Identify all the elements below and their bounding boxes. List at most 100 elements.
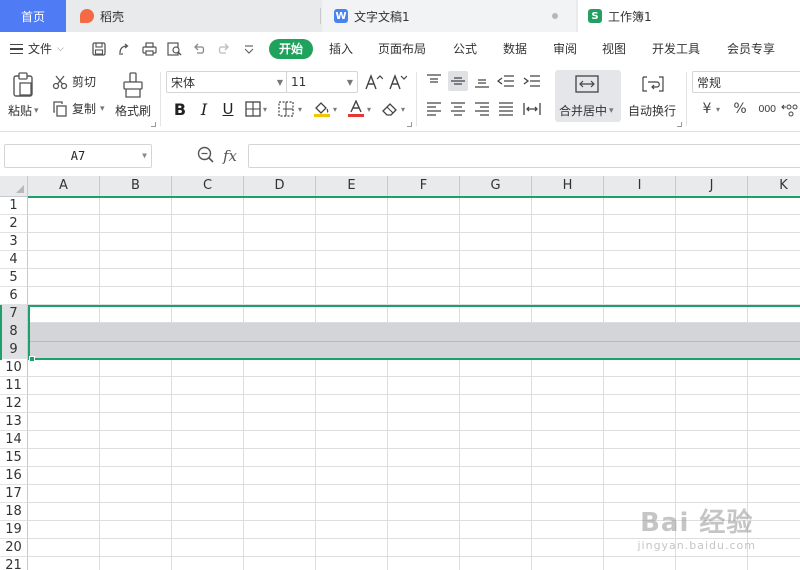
undo-button[interactable]: [190, 40, 208, 58]
row-header[interactable]: 15: [0, 449, 28, 467]
percent-button[interactable]: %: [730, 99, 750, 119]
fill-handle[interactable]: [29, 356, 35, 362]
row-header[interactable]: 20: [0, 539, 28, 557]
distributed-align-button[interactable]: [522, 99, 542, 119]
paste-icon-wrap[interactable]: [12, 70, 34, 100]
column-header[interactable]: J: [676, 176, 748, 197]
tab-workbook[interactable]: S 工作簿1: [578, 0, 800, 32]
row-header[interactable]: 21: [0, 557, 28, 570]
cut-button[interactable]: 剪切: [52, 73, 96, 90]
align-center-button[interactable]: [448, 99, 468, 119]
save-button[interactable]: [90, 40, 108, 58]
tab-review[interactable]: 审阅: [553, 40, 577, 58]
align-right-button[interactable]: [472, 99, 492, 119]
increase-decimal-button[interactable]: [781, 99, 800, 119]
fill-color-dropdown[interactable]: ▾: [330, 99, 340, 119]
tab-daoke[interactable]: 稻壳: [66, 0, 320, 32]
fill-pattern-dropdown[interactable]: ▾: [295, 99, 305, 119]
row-header[interactable]: 19: [0, 521, 28, 539]
thousands-button[interactable]: 000: [755, 99, 779, 119]
print-preview-button[interactable]: [165, 40, 183, 58]
row-header[interactable]: 2: [0, 215, 28, 233]
font-name-select[interactable]: 宋体 ▼: [166, 71, 288, 93]
formula-input[interactable]: [248, 144, 800, 168]
bold-button[interactable]: B: [170, 99, 190, 119]
align-top-button[interactable]: [424, 71, 444, 91]
row-header[interactable]: 13: [0, 413, 28, 431]
fill-pattern-button[interactable]: [277, 99, 297, 119]
tab-document[interactable]: W 文字文稿1: [322, 0, 576, 32]
tab-home[interactable]: 首页: [0, 0, 66, 32]
clipboard-group-launcher-icon[interactable]: [151, 122, 156, 127]
row-header[interactable]: 12: [0, 395, 28, 413]
row-header[interactable]: 11: [0, 377, 28, 395]
alignment-group-launcher-icon[interactable]: [677, 122, 682, 127]
row-header[interactable]: 5: [0, 269, 28, 287]
clear-dropdown[interactable]: ▾: [398, 99, 408, 119]
row-header-selected[interactable]: 7: [0, 305, 28, 323]
tab-formulas[interactable]: 公式: [453, 40, 477, 58]
format-painter-icon-wrap[interactable]: [122, 70, 144, 100]
tab-membership[interactable]: 会员专享: [727, 40, 775, 58]
format-painter-button[interactable]: 格式刷: [115, 102, 151, 119]
column-header[interactable]: K: [748, 176, 800, 197]
column-header[interactable]: F: [388, 176, 460, 197]
font-color-dropdown[interactable]: ▾: [364, 99, 374, 119]
font-color-button[interactable]: [346, 99, 366, 119]
row-header[interactable]: 6: [0, 287, 28, 305]
font-group-launcher-icon[interactable]: [407, 122, 412, 127]
tab-page-layout[interactable]: 页面布局: [378, 40, 426, 58]
decrease-indent-button[interactable]: [496, 71, 516, 91]
column-header[interactable]: E: [316, 176, 388, 197]
wrap-text-button[interactable]: 自动换行: [628, 102, 676, 119]
align-left-button[interactable]: [424, 99, 444, 119]
italic-button[interactable]: I: [194, 99, 214, 119]
row-header[interactable]: 18: [0, 503, 28, 521]
column-header[interactable]: C: [172, 176, 244, 197]
justify-button[interactable]: [496, 99, 516, 119]
align-middle-button[interactable]: [448, 71, 468, 91]
insert-function-button[interactable]: fx: [223, 147, 237, 165]
export-button[interactable]: [115, 40, 133, 58]
currency-dropdown[interactable]: ▾: [713, 99, 723, 119]
column-header[interactable]: B: [100, 176, 172, 197]
column-header[interactable]: A: [28, 176, 100, 197]
column-header[interactable]: I: [604, 176, 676, 197]
paste-button[interactable]: 粘贴 ▾: [8, 102, 39, 119]
copy-button[interactable]: 复制 ▾: [52, 100, 105, 117]
merge-center-button[interactable]: 合并居中 ▾: [559, 102, 614, 119]
row-header[interactable]: 17: [0, 485, 28, 503]
name-box[interactable]: A7 ▼: [4, 144, 152, 168]
fill-color-button[interactable]: [312, 99, 332, 119]
row-header-selected[interactable]: 8: [0, 323, 28, 341]
column-header[interactable]: H: [532, 176, 604, 197]
decrease-font-button[interactable]: [388, 72, 408, 92]
row-header[interactable]: 1: [0, 197, 28, 215]
row-header[interactable]: 14: [0, 431, 28, 449]
row-header[interactable]: 4: [0, 251, 28, 269]
tab-insert[interactable]: 插入: [329, 40, 353, 58]
quick-access-more-button[interactable]: [240, 40, 258, 58]
increase-indent-button[interactable]: [522, 71, 542, 91]
row-header[interactable]: 16: [0, 467, 28, 485]
merge-center-icon-button[interactable]: [574, 74, 600, 94]
increase-font-button[interactable]: [364, 72, 384, 92]
align-bottom-button[interactable]: [472, 71, 492, 91]
select-all-button[interactable]: [0, 176, 28, 197]
underline-button[interactable]: U: [218, 99, 238, 119]
column-header[interactable]: D: [244, 176, 316, 197]
row-header-selected[interactable]: 9: [0, 341, 28, 359]
tab-view[interactable]: 视图: [602, 40, 626, 58]
clear-button[interactable]: [380, 99, 400, 119]
row-header[interactable]: 3: [0, 233, 28, 251]
wrap-text-icon-button[interactable]: [640, 74, 666, 94]
row-header[interactable]: 10: [0, 359, 28, 377]
tab-start[interactable]: 开始: [269, 39, 313, 59]
number-format-select[interactable]: 常规: [692, 71, 800, 93]
redo-button[interactable]: [215, 40, 233, 58]
tab-data[interactable]: 数据: [503, 40, 527, 58]
border-dropdown[interactable]: ▾: [260, 99, 270, 119]
zoom-formula-button[interactable]: [197, 146, 215, 167]
print-button[interactable]: [140, 40, 158, 58]
font-size-select[interactable]: 11 ▼: [286, 71, 358, 93]
